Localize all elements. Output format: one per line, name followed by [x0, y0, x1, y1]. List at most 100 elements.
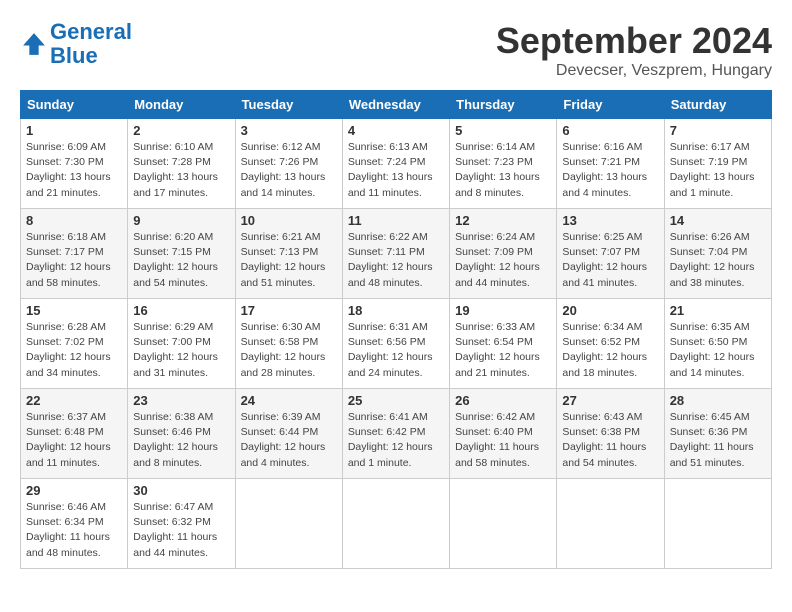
logo-line1: General	[50, 19, 132, 44]
day-detail: Sunrise: 6:42 AM Sunset: 6:40 PM Dayligh…	[455, 410, 551, 471]
col-monday: Monday	[128, 91, 235, 119]
day-detail: Sunrise: 6:38 AM Sunset: 6:46 PM Dayligh…	[133, 410, 229, 471]
calendar-table: Sunday Monday Tuesday Wednesday Thursday…	[20, 90, 772, 569]
day-detail: Sunrise: 6:45 AM Sunset: 6:36 PM Dayligh…	[670, 410, 766, 471]
logo-text: General Blue	[50, 20, 132, 68]
day-detail: Sunrise: 6:10 AM Sunset: 7:28 PM Dayligh…	[133, 140, 229, 201]
day-detail: Sunrise: 6:39 AM Sunset: 6:44 PM Dayligh…	[241, 410, 337, 471]
day-cell: 12 Sunrise: 6:24 AM Sunset: 7:09 PM Dayli…	[450, 209, 557, 299]
day-cell: 9 Sunrise: 6:20 AM Sunset: 7:15 PM Daylig…	[128, 209, 235, 299]
col-friday: Friday	[557, 91, 664, 119]
title-block: September 2024 Devecser, Veszprem, Hunga…	[496, 20, 772, 80]
week-row-3: 15Sunrise: 6:28 AM Sunset: 7:02 PM Dayli…	[21, 299, 772, 389]
day-cell: 22Sunrise: 6:37 AM Sunset: 6:48 PM Dayli…	[21, 389, 128, 479]
day-number: 1	[26, 123, 122, 138]
day-number: 12	[455, 213, 551, 228]
day-number: 20	[562, 303, 658, 318]
day-number: 7	[670, 123, 766, 138]
day-detail: Sunrise: 6:16 AM Sunset: 7:21 PM Dayligh…	[562, 140, 658, 201]
day-detail: Sunrise: 6:25 AM Sunset: 7:07 PM Dayligh…	[562, 230, 658, 291]
logo-line2: Blue	[50, 43, 98, 68]
day-cell: 30 Sunrise: 6:47 AM Sunset: 6:32 PM Dayli…	[128, 479, 235, 569]
day-detail: Sunrise: 6:22 AM Sunset: 7:11 PM Dayligh…	[348, 230, 444, 291]
day-number: 6	[562, 123, 658, 138]
header-row: Sunday Monday Tuesday Wednesday Thursday…	[21, 91, 772, 119]
col-thursday: Thursday	[450, 91, 557, 119]
location-subtitle: Devecser, Veszprem, Hungary	[496, 62, 772, 80]
day-detail: Sunrise: 6:46 AM Sunset: 6:34 PM Dayligh…	[26, 500, 122, 561]
day-detail: Sunrise: 6:12 AM Sunset: 7:26 PM Dayligh…	[241, 140, 337, 201]
day-number: 29	[26, 483, 122, 498]
day-detail: Sunrise: 6:14 AM Sunset: 7:23 PM Dayligh…	[455, 140, 551, 201]
day-cell	[450, 479, 557, 569]
day-cell: 19Sunrise: 6:33 AM Sunset: 6:54 PM Dayli…	[450, 299, 557, 389]
day-cell: 23 Sunrise: 6:38 AM Sunset: 6:46 PM Dayli…	[128, 389, 235, 479]
calendar-header: Sunday Monday Tuesday Wednesday Thursday…	[21, 91, 772, 119]
day-cell	[342, 479, 449, 569]
day-cell: 8Sunrise: 6:18 AM Sunset: 7:17 PM Daylig…	[21, 209, 128, 299]
col-sunday: Sunday	[21, 91, 128, 119]
day-cell: 13 Sunrise: 6:25 AM Sunset: 7:07 PM Dayli…	[557, 209, 664, 299]
logo: General Blue	[20, 20, 132, 68]
week-row-2: 8Sunrise: 6:18 AM Sunset: 7:17 PM Daylig…	[21, 209, 772, 299]
month-title: September 2024	[496, 20, 772, 62]
day-cell	[235, 479, 342, 569]
day-detail: Sunrise: 6:33 AM Sunset: 6:54 PM Dayligh…	[455, 320, 551, 381]
day-detail: Sunrise: 6:30 AM Sunset: 6:58 PM Dayligh…	[241, 320, 337, 381]
day-number: 4	[348, 123, 444, 138]
col-tuesday: Tuesday	[235, 91, 342, 119]
calendar-body: 1 Sunrise: 6:09 AM Sunset: 7:30 PM Daylig…	[21, 119, 772, 569]
day-number: 5	[455, 123, 551, 138]
day-detail: Sunrise: 6:17 AM Sunset: 7:19 PM Dayligh…	[670, 140, 766, 201]
day-cell: 29 Sunrise: 6:46 AM Sunset: 6:34 PM Dayli…	[21, 479, 128, 569]
day-number: 30	[133, 483, 229, 498]
day-detail: Sunrise: 6:24 AM Sunset: 7:09 PM Dayligh…	[455, 230, 551, 291]
day-detail: Sunrise: 6:26 AM Sunset: 7:04 PM Dayligh…	[670, 230, 766, 291]
day-cell: 18 Sunrise: 6:31 AM Sunset: 6:56 PM Dayli…	[342, 299, 449, 389]
day-number: 21	[670, 303, 766, 318]
day-cell: 21 Sunrise: 6:35 AM Sunset: 6:50 PM Dayli…	[664, 299, 771, 389]
day-cell: 15Sunrise: 6:28 AM Sunset: 7:02 PM Dayli…	[21, 299, 128, 389]
day-cell: 10Sunrise: 6:21 AM Sunset: 7:13 PM Dayli…	[235, 209, 342, 299]
day-cell	[557, 479, 664, 569]
day-detail: Sunrise: 6:35 AM Sunset: 6:50 PM Dayligh…	[670, 320, 766, 381]
day-cell: 25Sunrise: 6:41 AM Sunset: 6:42 PM Dayli…	[342, 389, 449, 479]
day-number: 13	[562, 213, 658, 228]
day-cell: 3Sunrise: 6:12 AM Sunset: 7:26 PM Daylig…	[235, 119, 342, 209]
day-detail: Sunrise: 6:43 AM Sunset: 6:38 PM Dayligh…	[562, 410, 658, 471]
day-cell: 20 Sunrise: 6:34 AM Sunset: 6:52 PM Dayli…	[557, 299, 664, 389]
day-detail: Sunrise: 6:20 AM Sunset: 7:15 PM Dayligh…	[133, 230, 229, 291]
day-cell	[664, 479, 771, 569]
day-detail: Sunrise: 6:34 AM Sunset: 6:52 PM Dayligh…	[562, 320, 658, 381]
week-row-1: 1 Sunrise: 6:09 AM Sunset: 7:30 PM Daylig…	[21, 119, 772, 209]
day-cell: 7 Sunrise: 6:17 AM Sunset: 7:19 PM Daylig…	[664, 119, 771, 209]
day-detail: Sunrise: 6:31 AM Sunset: 6:56 PM Dayligh…	[348, 320, 444, 381]
day-cell: 16 Sunrise: 6:29 AM Sunset: 7:00 PM Dayli…	[128, 299, 235, 389]
day-detail: Sunrise: 6:18 AM Sunset: 7:17 PM Dayligh…	[26, 230, 122, 291]
day-number: 14	[670, 213, 766, 228]
day-cell: 5 Sunrise: 6:14 AM Sunset: 7:23 PM Daylig…	[450, 119, 557, 209]
day-detail: Sunrise: 6:09 AM Sunset: 7:30 PM Dayligh…	[26, 140, 122, 201]
day-number: 18	[348, 303, 444, 318]
day-detail: Sunrise: 6:41 AM Sunset: 6:42 PM Dayligh…	[348, 410, 444, 471]
day-detail: Sunrise: 6:29 AM Sunset: 7:00 PM Dayligh…	[133, 320, 229, 381]
day-cell: 14 Sunrise: 6:26 AM Sunset: 7:04 PM Dayli…	[664, 209, 771, 299]
logo-icon	[20, 30, 48, 58]
day-number: 2	[133, 123, 229, 138]
day-number: 27	[562, 393, 658, 408]
day-number: 28	[670, 393, 766, 408]
day-number: 11	[348, 213, 444, 228]
page-header: General Blue September 2024 Devecser, Ve…	[20, 20, 772, 80]
day-cell: 17Sunrise: 6:30 AM Sunset: 6:58 PM Dayli…	[235, 299, 342, 389]
day-number: 16	[133, 303, 229, 318]
day-cell: 26Sunrise: 6:42 AM Sunset: 6:40 PM Dayli…	[450, 389, 557, 479]
day-number: 9	[133, 213, 229, 228]
day-detail: Sunrise: 6:13 AM Sunset: 7:24 PM Dayligh…	[348, 140, 444, 201]
day-cell: 11 Sunrise: 6:22 AM Sunset: 7:11 PM Dayli…	[342, 209, 449, 299]
day-detail: Sunrise: 6:37 AM Sunset: 6:48 PM Dayligh…	[26, 410, 122, 471]
day-detail: Sunrise: 6:47 AM Sunset: 6:32 PM Dayligh…	[133, 500, 229, 561]
day-cell: 4 Sunrise: 6:13 AM Sunset: 7:24 PM Daylig…	[342, 119, 449, 209]
day-cell: 24Sunrise: 6:39 AM Sunset: 6:44 PM Dayli…	[235, 389, 342, 479]
day-number: 15	[26, 303, 122, 318]
day-number: 23	[133, 393, 229, 408]
